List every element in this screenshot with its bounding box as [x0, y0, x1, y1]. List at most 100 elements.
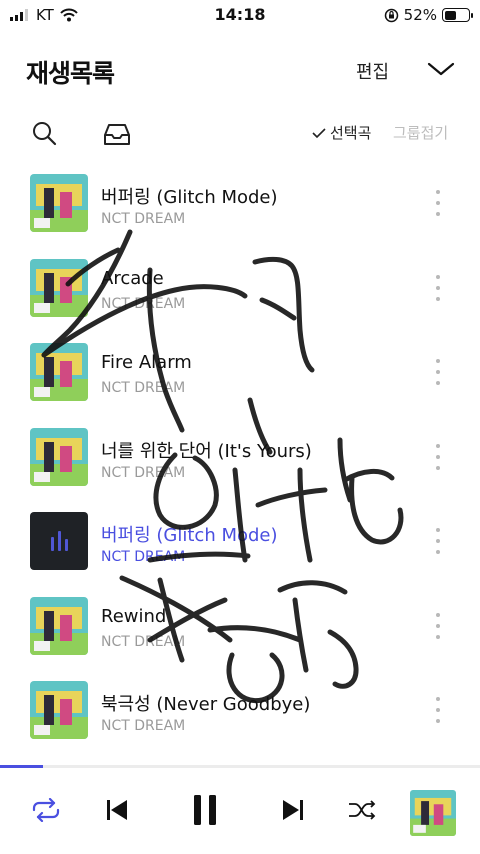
battery-percent: 52% — [403, 6, 437, 24]
more-options-icon[interactable] — [430, 612, 446, 639]
album-art-image — [30, 343, 88, 401]
playback-progress-fill — [0, 765, 44, 768]
previous-button[interactable] — [97, 790, 137, 830]
playback-progress[interactable] — [0, 765, 480, 768]
more-options-icon[interactable] — [430, 697, 446, 723]
more-options-icon[interactable] — [430, 274, 446, 301]
previous-icon — [107, 800, 127, 820]
more-dot — [436, 623, 440, 628]
toolbar: 선택곡 그룹접기 — [0, 112, 480, 156]
song-title: 북극성 (Never Goodbye) — [101, 694, 311, 715]
song-row[interactable]: 너를 위한 단어 (It's Yours) NCT DREAM — [0, 414, 480, 498]
song-artist: NCT DREAM — [101, 211, 186, 227]
now-playing-album-art[interactable] — [410, 790, 456, 836]
more-options-icon[interactable] — [430, 443, 446, 470]
more-dot — [436, 697, 440, 701]
more-dot — [436, 719, 440, 723]
album-art — [30, 174, 88, 232]
inbox-icon — [104, 124, 130, 145]
next-icon — [283, 800, 303, 820]
more-dot — [436, 539, 440, 543]
album-art-image — [30, 596, 88, 655]
more-dot — [436, 274, 440, 279]
more-dot — [436, 612, 440, 617]
more-dot — [436, 634, 440, 639]
more-dot — [436, 201, 440, 205]
equalizer-bar — [57, 531, 61, 551]
pause-icon — [194, 795, 216, 825]
more-options-icon[interactable] — [430, 190, 446, 216]
album-art-image — [30, 427, 88, 486]
player-bar — [0, 770, 480, 854]
battery-fill — [444, 10, 457, 20]
song-artist: NCT DREAM — [101, 633, 186, 650]
more-dot — [436, 359, 440, 363]
song-artist: NCT DREAM — [101, 295, 186, 312]
status-bar: KT 14:18 52% — [0, 0, 480, 30]
more-dot — [436, 550, 440, 554]
song-row[interactable]: Arcade NCT DREAM — [0, 245, 480, 329]
edit-button[interactable]: 편집 — [356, 58, 389, 84]
album-art — [30, 258, 88, 317]
group-collapse-button[interactable]: 그룹접기 — [393, 122, 448, 143]
now-playing-indicator — [30, 512, 88, 570]
song-title: Arcade — [101, 267, 164, 289]
header: 재생목록 편집 — [0, 48, 480, 98]
repeat-button[interactable] — [26, 790, 66, 830]
album-art-image — [410, 790, 456, 836]
song-title: 너를 위한 단어 (It's Yours) — [101, 440, 312, 462]
repeat-icon — [32, 798, 60, 822]
album-art — [30, 596, 88, 655]
more-options-icon[interactable] — [430, 359, 446, 385]
song-title: 버퍼링 (Glitch Mode) — [101, 187, 278, 208]
chevron-down-icon — [427, 62, 455, 76]
next-button[interactable] — [273, 790, 313, 830]
song-row[interactable]: Fire Alarm NCT DREAM — [0, 329, 480, 413]
shuffle-icon — [349, 800, 376, 820]
song-artist: NCT DREAM — [101, 718, 186, 734]
inbox-button[interactable] — [101, 120, 131, 148]
more-dot — [436, 381, 440, 385]
more-dot — [436, 443, 440, 448]
song-artist: NCT DREAM — [101, 464, 186, 481]
more-dot — [436, 454, 440, 459]
select-songs-button[interactable]: 선택곡 — [312, 122, 371, 143]
song-title: Rewind — [101, 605, 167, 627]
song-row[interactable]: 버퍼링 (Glitch Mode) NCT DREAM — [0, 498, 480, 582]
check-icon — [312, 127, 326, 138]
song-row[interactable]: 북극성 (Never Goodbye) NCT DREAM — [0, 667, 480, 751]
equalizer-bar — [50, 537, 54, 551]
song-title: Fire Alarm — [101, 352, 192, 373]
search-icon — [33, 122, 57, 146]
more-dot — [436, 296, 440, 301]
more-dot — [436, 285, 440, 290]
collapse-button[interactable] — [424, 54, 458, 84]
album-art — [30, 343, 88, 401]
more-dot — [436, 528, 440, 532]
select-songs-label: 선택곡 — [330, 124, 372, 142]
album-art-image — [30, 681, 88, 739]
rotation-lock-icon — [384, 8, 398, 22]
song-row[interactable]: 버퍼링 (Glitch Mode) NCT DREAM — [0, 160, 480, 244]
more-options-icon[interactable] — [430, 528, 446, 554]
album-art — [30, 427, 88, 486]
page-title: 재생목록 — [26, 59, 115, 88]
more-dot — [436, 708, 440, 712]
song-row[interactable]: Rewind NCT DREAM — [0, 583, 480, 667]
equalizer-bar — [64, 539, 68, 551]
song-artist: NCT DREAM — [101, 380, 186, 396]
more-dot — [436, 465, 440, 470]
more-dot — [436, 212, 440, 216]
shuffle-button[interactable] — [342, 790, 382, 830]
album-art — [30, 681, 88, 739]
more-dot — [436, 190, 440, 194]
battery-icon — [442, 8, 473, 22]
album-art-image — [30, 174, 88, 232]
search-button[interactable] — [30, 120, 60, 148]
pause-button[interactable] — [185, 790, 225, 830]
equalizer-icon — [50, 531, 68, 551]
song-title: 버퍼링 (Glitch Mode) — [101, 525, 278, 546]
album-art-image — [30, 258, 88, 317]
song-artist: NCT DREAM — [101, 549, 186, 565]
status-right: 52% — [384, 6, 473, 24]
